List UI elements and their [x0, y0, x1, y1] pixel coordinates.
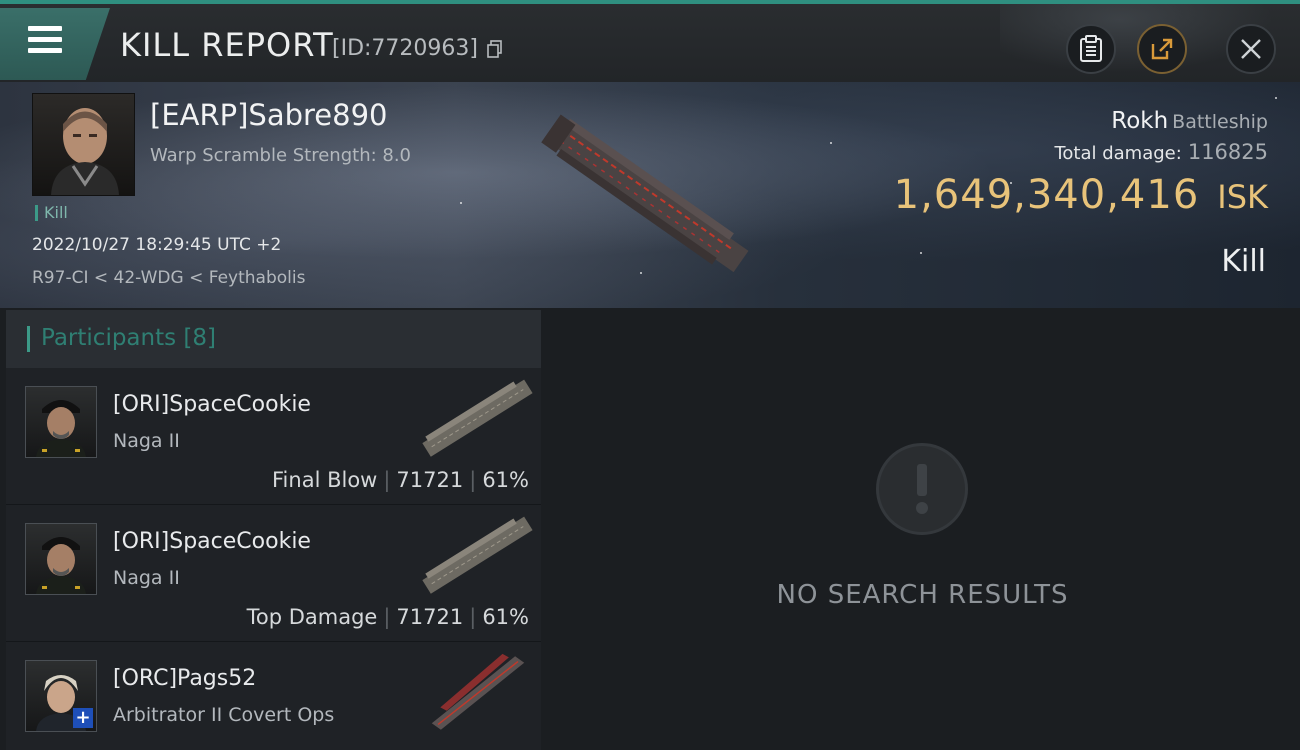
- clipboard-button[interactable]: [1066, 24, 1116, 74]
- share-button[interactable]: [1137, 24, 1187, 74]
- star: [460, 202, 462, 204]
- total-damage-label: Total damage:: [1054, 143, 1182, 164]
- warp-scramble-strength: Warp Scramble Strength: 8.0: [150, 145, 412, 166]
- star: [830, 142, 832, 144]
- participant-row[interactable]: [ORI]SpaceCookie Naga II Top Damage | 7172…: [6, 505, 541, 642]
- participant-stats: Top Damage | 71721 | 61%: [247, 605, 529, 629]
- isk-unit: ISK: [1217, 178, 1268, 216]
- victim-ship-image[interactable]: [530, 110, 762, 280]
- participant-percent: 61%: [482, 468, 529, 492]
- participant-stats: Final Blow | 71721 | 61%: [272, 468, 529, 492]
- portrait-icon: [51, 108, 119, 195]
- ship-class: Battleship: [1172, 111, 1268, 133]
- portrait-icon: [36, 400, 86, 457]
- star: [920, 252, 922, 254]
- kill-result: Kill: [1221, 244, 1266, 279]
- total-damage-value: 116825: [1187, 140, 1268, 164]
- participant-ship[interactable]: Naga II: [113, 430, 180, 452]
- isk-value: 1,649,340,416: [893, 172, 1200, 218]
- ship-type-line: Rokh Battleship: [1111, 108, 1268, 134]
- exclamation-icon: [876, 443, 968, 535]
- close-button[interactable]: [1226, 24, 1276, 74]
- stats-separator: |: [383, 605, 391, 629]
- participants-count: [8]: [183, 325, 217, 351]
- ship-name[interactable]: Rokh: [1111, 108, 1168, 134]
- total-damage-line: Total damage: 116825: [1054, 140, 1268, 164]
- stats-separator: |: [469, 468, 477, 492]
- page-title: KILL REPORT: [120, 26, 334, 64]
- header-bar: KILL REPORT [ID:7720963]: [0, 0, 1300, 82]
- participants-title: Participants [8]: [41, 325, 216, 351]
- victim-banner: [EARP]Sabre890 Warp Scramble Strength: 8…: [0, 82, 1300, 308]
- participant-ship-image[interactable]: [418, 374, 538, 464]
- participant-name[interactable]: [ORC]Pags52: [113, 666, 256, 691]
- victim-name[interactable]: [EARP]Sabre890: [150, 98, 388, 132]
- participant-ship[interactable]: Naga II: [113, 567, 180, 589]
- stats-separator: |: [383, 468, 391, 492]
- participants-label: Participants: [41, 325, 177, 351]
- results-panel: NO SEARCH RESULTS: [545, 310, 1300, 750]
- exclamation-glyph: [916, 464, 928, 514]
- stats-separator: |: [469, 605, 477, 629]
- report-id: [ID:7720963]: [332, 36, 478, 61]
- empty-results-message: NO SEARCH RESULTS: [776, 580, 1069, 610]
- participant-row[interactable]: + [ORC]Pags52 Arbitrator II Covert Ops: [6, 642, 541, 750]
- participants-header: Participants [8]: [6, 310, 541, 368]
- clipboard-icon: [1080, 35, 1102, 62]
- participant-name[interactable]: [ORI]SpaceCookie: [113, 529, 311, 554]
- participant-name[interactable]: [ORI]SpaceCookie: [113, 392, 311, 417]
- kill-location[interactable]: R97-CI < 42-WDG < Feythabolis: [32, 268, 305, 288]
- share-icon: [1151, 38, 1173, 60]
- participant-avatar[interactable]: [25, 386, 97, 458]
- kill-datetime: 2022/10/27 18:29:45 UTC +2: [32, 235, 282, 255]
- participants-panel: Participants [8] [ORI]SpaceCookie Naga I…: [6, 310, 541, 750]
- star: [1275, 97, 1277, 99]
- header-accent-bar: [27, 326, 30, 352]
- participant-damage: 71721: [396, 605, 464, 629]
- participant-role: Top Damage: [246, 605, 378, 629]
- participant-percent: 61%: [482, 605, 529, 629]
- participant-row[interactable]: [ORI]SpaceCookie Naga II Final Blow | 7172…: [6, 368, 541, 505]
- participant-ship-image[interactable]: [418, 511, 538, 601]
- hamburger-menu-icon[interactable]: [28, 26, 62, 54]
- close-icon: [1241, 39, 1261, 59]
- copy-icon[interactable]: [487, 40, 503, 58]
- kill-tag: Kill: [35, 205, 68, 221]
- victim-avatar[interactable]: [32, 93, 135, 196]
- plus-icon: +: [73, 708, 93, 728]
- participant-role: Final Blow: [272, 468, 378, 492]
- portrait-icon: [36, 537, 86, 594]
- participant-ship-image[interactable]: [418, 648, 538, 738]
- participant-ship[interactable]: Arbitrator II Covert Ops: [113, 704, 334, 726]
- participant-avatar[interactable]: [25, 523, 97, 595]
- participant-damage: 71721: [396, 468, 464, 492]
- isk-value-line: 1,649,340,416 ISK: [894, 172, 1268, 218]
